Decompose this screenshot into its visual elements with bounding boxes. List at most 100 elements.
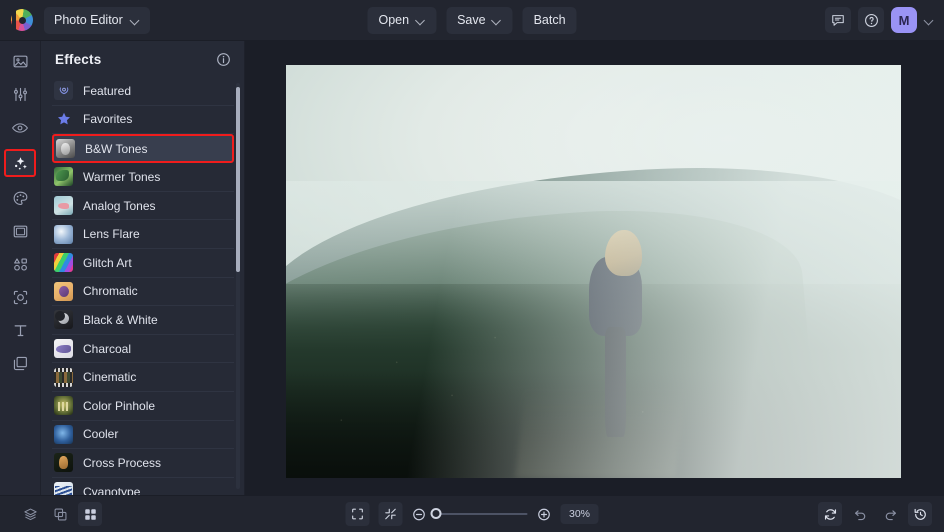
list-item-chromatic[interactable]: Chromatic <box>52 278 234 307</box>
list-item-lens-flare[interactable]: Lens Flare <box>52 220 234 249</box>
text-icon <box>14 325 26 337</box>
list-item-label: Favorites <box>83 112 133 127</box>
layers-panel-button[interactable] <box>18 502 42 526</box>
top-right-actions: M <box>825 7 934 33</box>
list-item-color-pinhole[interactable]: Color Pinhole <box>52 392 234 421</box>
list-item-favorites[interactable]: Favorites <box>52 106 234 135</box>
rail-item-effects[interactable] <box>4 149 36 177</box>
rail-item-color[interactable] <box>5 187 35 210</box>
list-item-label: Chromatic <box>83 284 138 299</box>
effects-panel-header: Effects <box>41 41 244 77</box>
compare-split-button[interactable] <box>48 502 72 526</box>
rail-item-retouch[interactable] <box>5 116 35 139</box>
save-button[interactable]: Save <box>446 6 513 34</box>
list-item-black-and-white[interactable]: Black & White <box>52 306 234 335</box>
zoom-out-button[interactable] <box>412 507 427 522</box>
history-button[interactable] <box>908 502 932 526</box>
page-title: Effects <box>55 51 102 67</box>
open-button[interactable]: Open <box>367 6 437 34</box>
sliders-icon <box>13 87 27 102</box>
rail-item-image[interactable] <box>5 50 35 73</box>
flamingo-thumb-icon <box>54 196 73 216</box>
list-item-bw-tones[interactable]: B&W Tones <box>52 134 234 164</box>
redo-button[interactable] <box>878 502 902 526</box>
help-button[interactable] <box>858 7 884 33</box>
chat-bubble-icon <box>832 15 844 26</box>
undo-button[interactable] <box>848 502 872 526</box>
bottom-right-tools <box>818 502 932 526</box>
cyanotype-fern-thumb-icon <box>54 482 73 495</box>
color-wheel-logo-icon <box>11 9 33 31</box>
photo-editor-window: Photo Editor Open Save Batch M Effects F… <box>0 0 944 532</box>
list-item-charcoal[interactable]: Charcoal <box>52 335 234 364</box>
effects-list-scroll: Featured Favorites B&W Tones Warmer Tone… <box>41 77 244 495</box>
feedback-button[interactable] <box>825 7 851 33</box>
green-leaves-thumb-icon <box>54 167 73 187</box>
star-thumb-icon <box>54 110 73 129</box>
rail-item-mask[interactable] <box>5 286 35 309</box>
batch-button[interactable]: Batch <box>522 6 577 34</box>
pinhole-temple-thumb-icon <box>54 396 73 416</box>
fit-screen-button[interactable] <box>345 502 370 526</box>
list-item-label: Color Pinhole <box>83 398 156 413</box>
list-item-glitch-art[interactable]: Glitch Art <box>52 249 234 278</box>
rail-item-text[interactable] <box>5 319 35 342</box>
list-item-analog-tones[interactable]: Analog Tones <box>52 192 234 221</box>
bottom-toolbar: 30% <box>0 495 944 532</box>
actual-size-button[interactable] <box>378 502 403 526</box>
list-item-label: Cooler <box>83 427 119 442</box>
app-switcher-button[interactable]: Photo Editor <box>44 6 150 34</box>
top-toolbar: Photo Editor Open Save Batch M <box>0 0 944 41</box>
zoom-slider-handle[interactable] <box>430 508 442 519</box>
list-item-label: Warmer Tones <box>83 169 161 184</box>
list-item-label: Glitch Art <box>83 255 132 270</box>
zoom-slider[interactable] <box>430 508 528 519</box>
canvas-area[interactable] <box>245 41 944 495</box>
list-item-label: B&W Tones <box>85 141 148 156</box>
effects-scrollbar-thumb[interactable] <box>236 87 240 272</box>
center-actions: Open Save Batch <box>367 6 577 34</box>
effects-panel: Effects Featured Favorites B&W Tones War… <box>41 41 245 495</box>
batch-label: Batch <box>533 13 566 27</box>
eye-icon <box>11 122 29 133</box>
bottom-left-tools <box>18 502 102 526</box>
grid-view-button[interactable] <box>78 502 102 526</box>
list-item-label: Lens Flare <box>83 227 140 242</box>
zoom-in-button[interactable] <box>537 507 552 522</box>
rail-item-layers[interactable] <box>5 352 35 375</box>
grid-icon <box>84 508 96 520</box>
chevron-down-icon <box>131 16 140 25</box>
info-circle-icon[interactable] <box>216 52 231 67</box>
account-chevron-down-icon[interactable] <box>924 15 934 25</box>
layers-icon <box>13 356 27 371</box>
question-circle-icon <box>864 13 878 27</box>
list-item-label: Featured <box>83 83 132 98</box>
zoom-controls: 30% <box>345 502 599 526</box>
charcoal-sketch-thumb-icon <box>54 339 73 359</box>
image-icon <box>12 55 28 68</box>
list-item-warmer-tones[interactable]: Warmer Tones <box>52 163 234 192</box>
mask-icon <box>13 290 27 305</box>
list-item-cross-process[interactable]: Cross Process <box>52 449 234 478</box>
rail-item-adjust[interactable] <box>5 83 35 106</box>
plus-circle-icon <box>538 508 550 520</box>
rail-item-frames[interactable] <box>5 220 35 243</box>
chevron-down-icon <box>493 16 502 25</box>
minus-circle-icon <box>413 508 425 520</box>
list-item-cyanotype[interactable]: Cyanotype <box>52 478 234 495</box>
list-item-cooler[interactable]: Cooler <box>52 421 234 450</box>
list-item-cinematic[interactable]: Cinematic <box>52 363 234 392</box>
list-item-label: Cinematic <box>83 370 137 385</box>
list-item-label: Cyanotype <box>83 484 141 495</box>
app-switcher-label: Photo Editor <box>54 13 123 27</box>
photo-canvas-image[interactable] <box>286 65 901 478</box>
list-item-featured[interactable]: Featured <box>52 77 234 106</box>
bw-face-thumb-icon <box>56 139 75 159</box>
stack-icon <box>23 508 37 520</box>
avatar[interactable]: M <box>891 7 917 33</box>
zoom-level-value[interactable]: 30% <box>560 504 599 524</box>
open-label: Open <box>378 13 410 27</box>
reset-button[interactable] <box>818 502 842 526</box>
rail-item-shapes[interactable] <box>5 253 35 276</box>
photo-fog-overlay <box>286 65 901 478</box>
